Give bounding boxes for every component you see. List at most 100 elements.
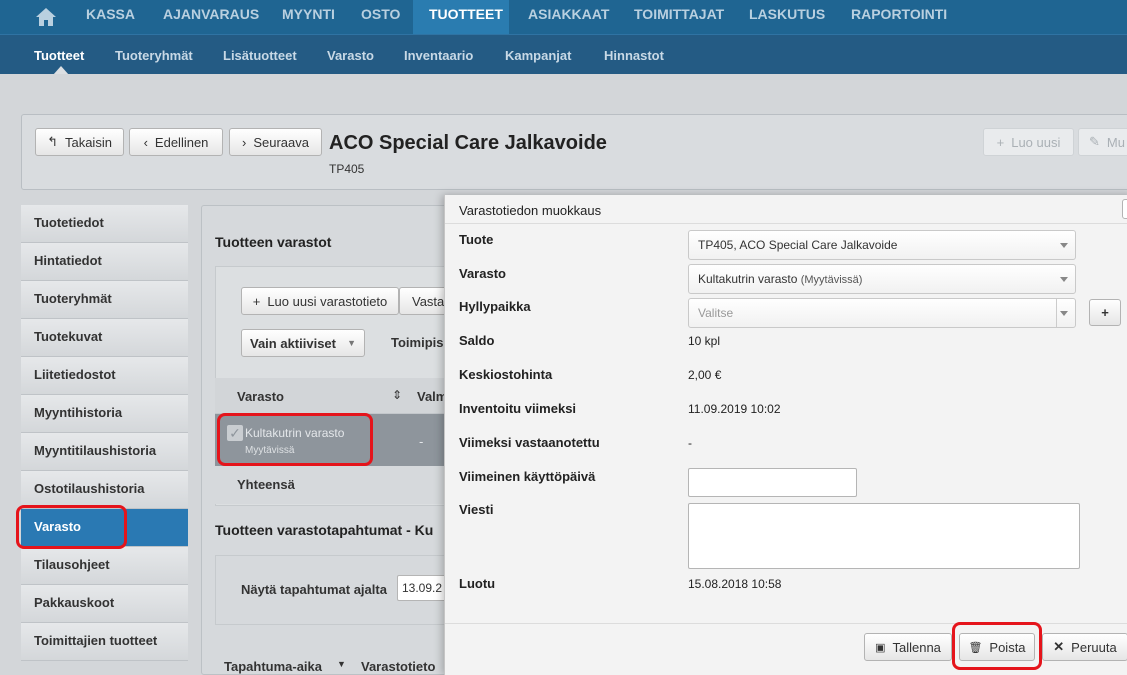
sort-icon[interactable]: ⇕ — [392, 388, 402, 402]
nav-osto[interactable]: OSTO — [345, 0, 416, 34]
second-stock-label: Vasta — [412, 293, 445, 309]
subnav-tuoteryhmat[interactable]: Tuoteryhmät — [115, 35, 193, 75]
menu-toimittajien-tuotteet[interactable]: Toimittajien tuotteet — [21, 623, 188, 661]
label-inventoitu: Inventoitu viimeksi — [459, 401, 577, 416]
menu-pakkauskoot[interactable]: Pakkauskoot — [21, 585, 188, 623]
next-button[interactable]: › Seuraava — [229, 128, 322, 156]
sort-down-icon[interactable]: ▼ — [337, 659, 346, 669]
plus-icon: + — [252, 293, 261, 309]
menu-tuotekuvat[interactable]: Tuotekuvat — [21, 319, 188, 357]
expiry-date-input[interactable] — [688, 468, 857, 497]
events-title: Tuotteen varastotapahtumat - Ku — [215, 522, 434, 538]
menu-liitetiedostot[interactable]: Liitetiedostot — [21, 357, 188, 395]
modal-header: Varastotiedon muokkaus — [445, 195, 1127, 224]
label-tuote: Tuote — [459, 232, 494, 247]
page-title: ACO Special Care Jalkavoide — [329, 132, 607, 154]
nav-kassa[interactable]: KASSA — [70, 0, 151, 34]
stock-row-value: - — [419, 434, 424, 449]
menu-myyntitilaushistoria[interactable]: Myyntitilaushistoria — [21, 433, 188, 471]
highlight-stock-row — [217, 413, 373, 466]
next-label: Seuraava — [253, 134, 309, 150]
select-divider — [1056, 299, 1057, 327]
shelf-select[interactable]: Valitse — [688, 298, 1076, 328]
subnav-hinnastot[interactable]: Hinnastot — [604, 35, 664, 75]
add-shelf-button[interactable]: + — [1089, 299, 1121, 326]
col-varasto[interactable]: Varasto — [237, 389, 284, 404]
edit-label: Mu — [1106, 134, 1125, 150]
warehouse-select-value: Kultakutrin varasto — [698, 272, 798, 286]
label-varasto: Varasto — [459, 266, 506, 281]
inventoitu-value: 11.09.2019 10:02 — [688, 402, 781, 416]
save-disk-icon: ▣ — [875, 641, 886, 654]
chevron-down-icon — [1060, 311, 1068, 316]
chevron-down-icon — [1060, 277, 1068, 282]
label-saldo: Saldo — [459, 333, 495, 348]
edit-button[interactable]: ✎ Mu — [1078, 128, 1127, 156]
active-filter-select[interactable]: Vain aktiiviset ▼ — [241, 329, 365, 357]
chevron-left-icon: ‹ — [143, 134, 148, 150]
chevron-right-icon: › — [242, 134, 247, 150]
highlight-delete-button — [952, 622, 1042, 670]
toimipiste-label: Toimipis — [391, 335, 444, 350]
nav-ajanvaraus[interactable]: AJANVARAUS — [147, 0, 275, 34]
luotu-value: 15.08.2018 10:58 — [688, 577, 782, 591]
left-menu: Tuotetiedot Hintatiedot Tuoteryhmät Tuot… — [21, 205, 188, 661]
close-button[interactable] — [1122, 199, 1127, 219]
label-hyllypaikka: Hyllypaikka — [459, 299, 531, 314]
nav-laskutus[interactable]: LASKUTUS — [733, 0, 841, 34]
chevron-down-icon — [1060, 243, 1068, 248]
subnav-inventaario[interactable]: Inventaario — [404, 35, 473, 75]
create-new-button[interactable]: + Luo uusi — [983, 128, 1074, 156]
plus-icon: + — [1101, 305, 1109, 320]
menu-tuoteryhmat[interactable]: Tuoteryhmät — [21, 281, 188, 319]
label-viesti: Viesti — [459, 502, 494, 517]
product-code: TP405 — [329, 162, 365, 176]
nav-asiakkaat[interactable]: ASIAKKAAT — [512, 0, 625, 34]
show-events-label: Näytä tapahtumat ajalta — [241, 582, 387, 597]
menu-hintatiedot[interactable]: Hintatiedot — [21, 243, 188, 281]
home-icon — [36, 8, 56, 26]
plus-icon: + — [996, 134, 1005, 150]
save-label: Tallenna — [892, 639, 941, 655]
nav-tuotteet[interactable]: TUOTTEET — [413, 0, 509, 34]
subnav-lisatuotteet[interactable]: Lisätuotteet — [223, 35, 297, 75]
previous-label: Edellinen — [154, 134, 209, 150]
home-button[interactable] — [24, 0, 68, 34]
col-valm[interactable]: Valm — [417, 389, 447, 404]
subnav-kampanjat[interactable]: Kampanjat — [505, 35, 571, 75]
label-vastaanotettu: Viimeksi vastaanotettu — [459, 435, 600, 450]
nav-toimittajat[interactable]: TOIMITTAJAT — [618, 0, 740, 34]
dropdown-arrow-icon: ▼ — [347, 338, 356, 348]
cancel-label: Peruuta — [1071, 639, 1117, 655]
total-label: Yhteensä — [237, 477, 295, 492]
edit-stock-modal: Varastotiedon muokkaus Tuote TP405, ACO … — [444, 195, 1127, 675]
previous-button[interactable]: ‹ Edellinen — [129, 128, 223, 156]
back-label: Takaisin — [64, 134, 112, 150]
menu-tuotetiedot[interactable]: Tuotetiedot — [21, 205, 188, 243]
warehouse-select[interactable]: Kultakutrin varasto (Myytävissä) — [688, 264, 1076, 294]
keskiostohinta-value: 2,00 € — [688, 368, 722, 382]
product-select-value: TP405, ACO Special Care Jalkavoide — [698, 238, 898, 252]
menu-ostotilaushistoria[interactable]: Ostotilaushistoria — [21, 471, 188, 509]
subnav-varasto[interactable]: Varasto — [327, 35, 374, 75]
saldo-value: 10 kpl — [688, 334, 721, 348]
menu-tilausohjeet[interactable]: Tilausohjeet — [21, 547, 188, 585]
message-textarea[interactable] — [688, 503, 1080, 569]
nav-raportointi[interactable]: RAPORTOINTI — [835, 0, 963, 34]
highlight-varasto-menu — [16, 505, 127, 549]
cancel-button[interactable]: ✕ Peruuta — [1042, 633, 1127, 661]
label-keskiostohinta: Keskiostohinta — [459, 367, 553, 382]
sub-nav: Tuotteet Tuoteryhmät Lisätuotteet Varast… — [0, 34, 1127, 75]
nav-myynti[interactable]: MYYNTI — [266, 0, 351, 34]
new-stock-button[interactable]: + Luo uusi varastotieto — [241, 287, 399, 315]
main-nav: KASSA AJANVARAUS MYYNTI OSTO TUOTTEET AS… — [0, 0, 1127, 34]
close-x-icon: ✕ — [1053, 639, 1065, 654]
menu-myyntihistoria[interactable]: Myyntihistoria — [21, 395, 188, 433]
product-select[interactable]: TP405, ACO Special Care Jalkavoide — [688, 230, 1076, 260]
shelf-select-placeholder: Valitse — [698, 306, 734, 320]
back-button[interactable]: ↰ Takaisin — [35, 128, 124, 156]
label-luotu: Luotu — [459, 576, 496, 591]
col-event-info[interactable]: Varastotieto — [361, 659, 435, 674]
col-event-time[interactable]: Tapahtuma-aika — [224, 659, 322, 674]
save-button[interactable]: ▣ Tallenna — [864, 633, 952, 661]
